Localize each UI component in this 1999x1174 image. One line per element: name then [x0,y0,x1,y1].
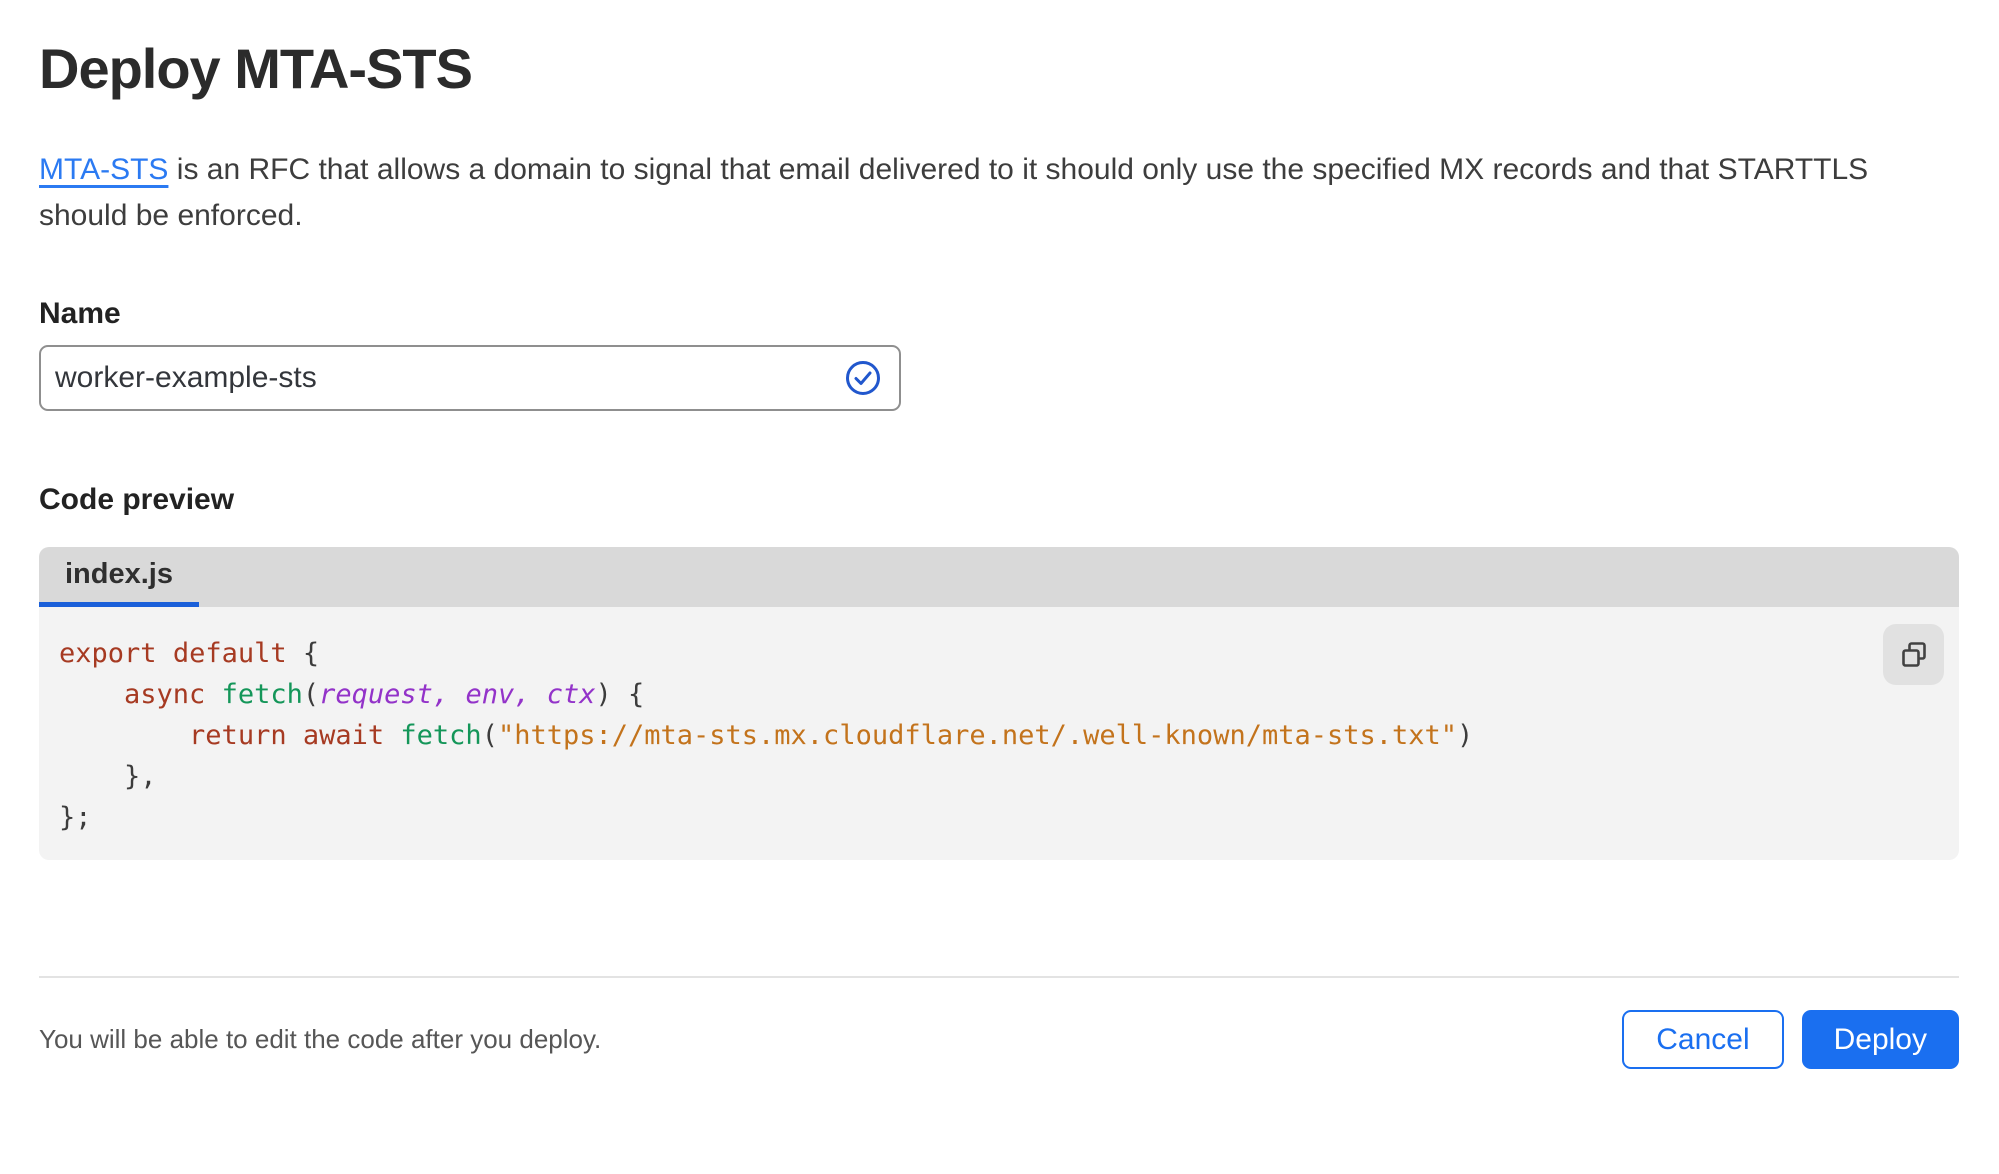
name-input[interactable] [55,361,833,395]
tab-index-js[interactable]: index.js [39,547,199,607]
footer-note: You will be able to edit the code after … [39,1024,602,1054]
copy-code-button[interactable] [1883,624,1944,685]
code-preview-label: Code preview [39,483,235,516]
footer: You will be able to edit the code after … [39,1010,1959,1069]
name-input-wrapper [39,345,901,411]
footer-divider [39,976,1959,978]
code-area: export default { async fetch(request, en… [39,607,1959,860]
description-body: is an RFC that allows a domain to signal… [39,153,1869,232]
deploy-mta-sts-page: Deploy MTA-STS MTA-STS is an RFC that al… [0,36,1999,1069]
page-title: Deploy MTA-STS [39,37,473,100]
copy-icon [1901,641,1926,667]
code-tabbar: index.js [39,547,1959,607]
cancel-button[interactable]: Cancel [1622,1010,1784,1069]
code-preview-card: index.js export default { async fetch(re… [39,547,1959,860]
name-label: Name [39,297,121,330]
footer-actions: Cancel Deploy [1622,1010,1959,1069]
check-circle-icon [846,361,880,395]
description-text: MTA-STS is an RFC that allows a domain t… [39,147,1959,239]
deploy-button[interactable]: Deploy [1801,1010,1959,1069]
mta-sts-link[interactable]: MTA-STS [39,153,168,186]
code-block: export default { async fetch(request, en… [59,638,1474,833]
